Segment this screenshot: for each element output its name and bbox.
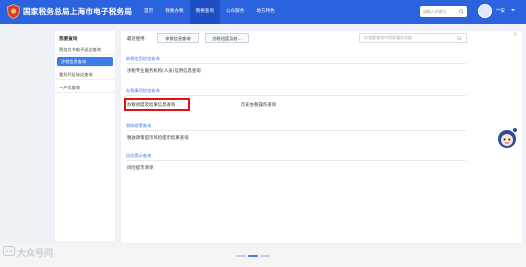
group-divider — [126, 63, 466, 64]
entry-policy-risk-query[interactable]: 税收政策提示风险提示结果查询 — [127, 135, 188, 141]
nav-query[interactable]: 我要查询 — [189, 0, 220, 24]
recent-declaration-query-button[interactable]: 申报信息查询 — [157, 33, 199, 43]
main-nav: 首页 我要办税 我要查询 公众服务 地方特色 — [138, 0, 281, 24]
header-search-placeholder: 请输入关键词 — [423, 9, 446, 14]
sidebar-title: 我要查询 — [59, 37, 78, 42]
group-title-policy: 税收政策查询 — [126, 123, 152, 128]
chevron-down-icon[interactable] — [511, 9, 515, 11]
user-avatar[interactable] — [478, 4, 492, 18]
group-divider — [126, 95, 466, 96]
nav-local-feature[interactable]: 地方特色 — [250, 0, 280, 24]
group-divider — [126, 160, 466, 161]
watermark-text: 大众号问 — [17, 249, 54, 259]
nav-tax-handling[interactable]: 我要办税 — [159, 0, 189, 24]
tax-emblem-icon[interactable] — [7, 4, 20, 19]
top-navigation-bar: 国家税务总局上海市电子税务局 首页 我要办税 我要查询 公众服务 地方特色 请输… — [0, 0, 526, 24]
recent-use-label: 最近使用: — [127, 37, 147, 42]
assistant-robot-icon[interactable] — [496, 127, 518, 149]
query-main-panel: 最近使用: 申报信息查询 办税进度及结... 在我要查询中搜索服务功能 × 纳税… — [121, 31, 522, 247]
pagination-dots — [236, 255, 270, 257]
service-search-input[interactable]: 在我要查询中搜索服务功能 — [359, 33, 467, 43]
watermark-logo-icon — [3, 246, 15, 256]
group-divider — [126, 130, 466, 131]
header-search-input[interactable]: 请输入关键词 — [420, 6, 467, 17]
group-title-credit: 纳税信用状态查询 — [126, 56, 160, 61]
site-brand-title[interactable]: 国家税务总局上海市电子税务局 — [23, 6, 132, 17]
search-icon[interactable] — [457, 36, 462, 41]
entry-risk-list[interactable]: 风险提示清单 — [127, 165, 153, 171]
page-dot[interactable] — [260, 255, 270, 257]
highlight-box — [124, 98, 190, 111]
group-title-status: 办税事项状态查询 — [126, 88, 160, 93]
page-dot[interactable] — [236, 255, 246, 257]
nav-home[interactable]: 首页 — [138, 0, 159, 24]
nav-public-service[interactable]: 公众服务 — [220, 0, 250, 24]
user-name[interactable]: **安 — [496, 8, 505, 14]
sidebar-item-document-delivery[interactable]: 税务文书电子送达查询 — [55, 45, 115, 55]
entry-agency-credit-query[interactable]: 涉税专业服务机构(人员)信用信息查询 — [127, 68, 201, 74]
close-icon[interactable]: × — [513, 31, 518, 38]
recent-progress-query-button[interactable]: 办税进度及结... — [205, 33, 249, 43]
sidebar-item-tax-info[interactable]: 涉税信息查询 — [57, 57, 113, 67]
group-title-risk: 风险提示查询 — [126, 153, 152, 158]
entry-history-operation-query[interactable]: 历史办税操作查询 — [241, 102, 276, 108]
sidebar-item-entrusted-collection[interactable]: 委托代征协议查询 — [55, 70, 115, 80]
service-search-placeholder: 在我要查询中搜索服务功能 — [364, 35, 412, 40]
sidebar-item-one-household[interactable]: 一户式查询 — [55, 83, 115, 93]
search-icon[interactable] — [459, 9, 464, 14]
query-sidebar: 我要查询 税务文书电子送达查询 涉税信息查询 委托代征协议查询 一户式查询 — [55, 31, 115, 241]
page-dot-active[interactable] — [248, 255, 258, 257]
